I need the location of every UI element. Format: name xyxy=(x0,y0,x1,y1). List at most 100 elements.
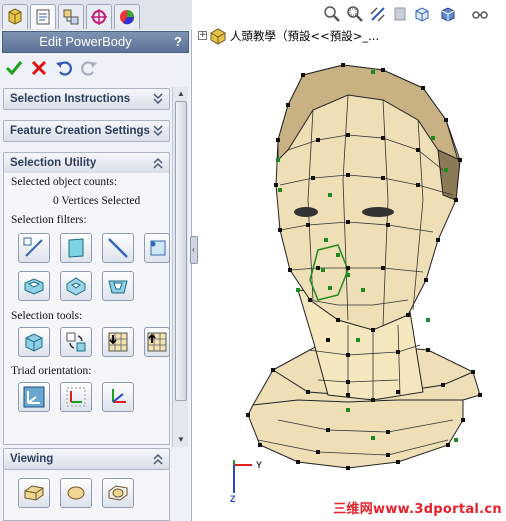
mesh-vertex xyxy=(424,278,428,282)
zoom-to-fit-button[interactable] xyxy=(322,4,342,24)
help-button[interactable]: ? xyxy=(170,34,186,50)
tab-display-manager[interactable] xyxy=(114,4,140,29)
triad-local-button[interactable] xyxy=(60,382,92,412)
view-box-smooth-button[interactable] xyxy=(102,478,134,508)
mesh-vertex xyxy=(381,176,385,180)
zoom-to-area-button[interactable] xyxy=(345,4,365,24)
action-row xyxy=(0,55,190,81)
mesh-vertex xyxy=(311,176,315,180)
previous-view-icon xyxy=(370,7,385,22)
shrink-selection-tool-button[interactable] xyxy=(144,327,170,357)
property-manager-title: Edit PowerBody xyxy=(39,34,132,49)
tab-feature-manager[interactable] xyxy=(2,4,28,29)
display-style-icon xyxy=(441,7,455,22)
zoom-to-fit-icon xyxy=(324,6,340,22)
previous-view-button[interactable] xyxy=(368,4,388,24)
mesh-vertex xyxy=(416,183,420,187)
hide-show-glasses-icon xyxy=(472,11,488,19)
tree-expand-toggle[interactable]: + xyxy=(198,31,207,40)
view-box-mode-button[interactable] xyxy=(18,478,50,508)
feature-manager-icon xyxy=(8,8,22,25)
grow-selection-tool-button[interactable] xyxy=(102,327,134,357)
mesh-vertex xyxy=(346,266,350,270)
mesh-vertex xyxy=(271,368,275,372)
triad-y-label: Y xyxy=(256,460,262,470)
mesh-vertex xyxy=(441,383,445,387)
mesh-vertex xyxy=(454,198,458,202)
mesh-vertex xyxy=(306,223,310,227)
property-manager-icon xyxy=(36,9,50,25)
filter-region-button[interactable] xyxy=(102,271,134,301)
mesh-vertex xyxy=(258,443,262,447)
scroll-up-arrow-icon[interactable]: ▲ xyxy=(176,89,186,99)
tab-property-manager[interactable] xyxy=(30,4,56,29)
property-manager-panel: Edit PowerBody ? Selection Instructions … xyxy=(0,0,198,521)
selection-filters-label: Selection filters: xyxy=(11,214,87,226)
mesh-vertex xyxy=(346,220,350,224)
selected-vertex xyxy=(431,136,435,140)
view-orientation-button[interactable] xyxy=(412,4,432,24)
cancel-button[interactable] xyxy=(28,57,50,79)
scroll-down-arrow-icon[interactable]: ▼ xyxy=(176,435,186,445)
invert-selection-tool-button[interactable] xyxy=(60,327,92,357)
face-filter-icon xyxy=(68,238,84,258)
display-style-button[interactable] xyxy=(438,4,458,24)
selected-vertex xyxy=(328,286,332,290)
view-smooth-mode-button[interactable] xyxy=(60,478,92,508)
reference-triad: Y Z xyxy=(230,460,262,504)
triad-view-button[interactable] xyxy=(102,382,134,412)
edge-filter-icon xyxy=(108,238,128,258)
mesh-vertex xyxy=(346,380,350,384)
group-viewing[interactable]: Viewing xyxy=(3,448,170,470)
section-view-button[interactable] xyxy=(390,4,410,24)
group-selection-instructions[interactable]: Selection Instructions xyxy=(3,88,170,110)
filter-edges-button[interactable] xyxy=(102,233,134,263)
head-model-canvas[interactable] xyxy=(198,0,506,521)
mesh-vertex xyxy=(386,453,390,457)
panel-splitter-handle[interactable]: ‹ xyxy=(190,236,198,264)
section-view-icon xyxy=(394,7,406,21)
selection-tools-label: Selection tools: xyxy=(11,310,83,322)
collapse-chevron-icon xyxy=(153,157,163,169)
watermark-text: 三维网www.3dportal.cn xyxy=(333,502,502,517)
redo-button[interactable] xyxy=(78,57,100,79)
filter-shell-button[interactable] xyxy=(60,271,92,301)
dimxpert-icon xyxy=(91,9,107,25)
filter-vertices-button[interactable] xyxy=(18,233,50,263)
region-filter-icon xyxy=(108,280,128,294)
tab-dimxpert[interactable] xyxy=(86,4,112,29)
triad-local-icon xyxy=(66,387,86,407)
filter-body-button[interactable] xyxy=(18,271,50,301)
left-eye-mesh xyxy=(294,207,318,217)
mesh-vertex xyxy=(381,136,385,140)
mesh-vertex xyxy=(274,183,278,187)
group-feature-creation-settings[interactable]: Feature Creation Settings xyxy=(3,120,170,142)
ok-button[interactable] xyxy=(3,57,25,79)
mesh-vertex xyxy=(341,63,345,67)
panel-scrollbar[interactable]: ▲ ▼ xyxy=(172,87,188,447)
selected-vertex xyxy=(371,436,375,440)
expand-chevron-icon xyxy=(153,125,163,137)
filter-points-button[interactable] xyxy=(144,233,170,263)
invert-selection-icon xyxy=(66,332,86,352)
mesh-vertex xyxy=(396,350,400,354)
filter-faces-button[interactable] xyxy=(60,233,92,263)
hide-show-items-button[interactable] xyxy=(470,4,490,24)
configuration-manager-icon xyxy=(63,9,79,25)
selected-vertex xyxy=(346,408,350,412)
select-all-tool-button[interactable] xyxy=(18,327,50,357)
triad-world-button[interactable] xyxy=(18,382,50,412)
mesh-vertex xyxy=(316,450,320,454)
triad-world-icon xyxy=(23,386,45,408)
group-selection-utility[interactable]: Selection Utility xyxy=(3,152,170,174)
selected-vertex xyxy=(296,288,300,292)
splitter-arrow-icon: ‹ xyxy=(192,245,195,254)
scroll-thumb[interactable] xyxy=(175,101,187,401)
graphics-area[interactable]: + 人頭教學（預設<<預設>_... Y Z 三维网www.3dportal.c… xyxy=(198,0,506,521)
selected-counts-value: 0 Vertices Selected xyxy=(53,195,141,207)
zoom-to-area-icon xyxy=(347,6,363,22)
tab-configuration-manager[interactable] xyxy=(58,4,84,29)
mesh-vertex xyxy=(461,418,465,422)
body-filter-icon xyxy=(24,278,44,295)
undo-button[interactable] xyxy=(53,57,75,79)
